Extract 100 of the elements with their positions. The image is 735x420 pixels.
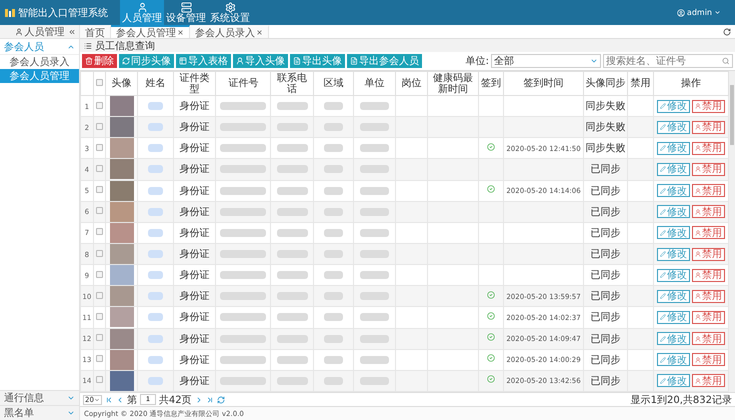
checkbox[interactable] bbox=[96, 164, 104, 172]
redacted-block bbox=[220, 208, 266, 216]
nav-tab[interactable]: 系统设置 bbox=[208, 0, 252, 25]
last-page-icon[interactable] bbox=[206, 396, 214, 404]
close-icon[interactable] bbox=[256, 29, 263, 36]
checkbox[interactable] bbox=[96, 102, 104, 109]
sidebar-section[interactable]: 通行信息 bbox=[0, 390, 79, 405]
disable-button[interactable]: 禁用 bbox=[692, 268, 725, 282]
refresh-icon[interactable] bbox=[723, 28, 731, 36]
photo-placeholder bbox=[110, 286, 134, 306]
nav-tab[interactable]: 设备管理 bbox=[164, 0, 208, 25]
edit-button[interactable]: 修改 bbox=[656, 162, 690, 176]
redacted-block bbox=[276, 313, 308, 322]
page-tab[interactable]: 参会人员管理 bbox=[111, 25, 190, 38]
checkbox[interactable] bbox=[96, 292, 104, 299]
edit-button[interactable]: 修改 bbox=[656, 142, 690, 155]
scrollbar[interactable] bbox=[729, 71, 735, 392]
user-icon bbox=[694, 230, 701, 236]
sidebar-title: 人员管理 bbox=[24, 26, 64, 38]
sidebar-section[interactable]: 黑名单 bbox=[0, 405, 79, 420]
redacted-block bbox=[276, 250, 308, 258]
edit-button[interactable]: 修改 bbox=[656, 332, 690, 346]
redacted-block bbox=[148, 271, 164, 280]
photo-placeholder bbox=[110, 350, 134, 370]
user-icon bbox=[694, 272, 701, 278]
redacted-block bbox=[148, 292, 164, 300]
table-cell: 身份证 bbox=[174, 349, 216, 370]
checkbox[interactable] bbox=[96, 312, 104, 320]
edit-button[interactable]: 修改 bbox=[656, 205, 690, 218]
unit-select[interactable]: 全部 bbox=[491, 54, 601, 68]
nav-tab[interactable]: 人员管理 bbox=[120, 0, 164, 25]
checkbox[interactable] bbox=[96, 79, 104, 86]
disable-button[interactable]: 禁用 bbox=[692, 290, 725, 303]
photo-placeholder bbox=[110, 118, 134, 137]
redacted-block bbox=[360, 186, 390, 195]
disable-button[interactable]: 禁用 bbox=[692, 142, 725, 155]
table-cell: 身份证 bbox=[174, 180, 216, 202]
checkbox[interactable] bbox=[96, 270, 104, 278]
list-icon bbox=[84, 42, 92, 50]
photo-placeholder bbox=[110, 96, 134, 116]
checkbox[interactable] bbox=[96, 250, 104, 257]
disable-button[interactable]: 禁用 bbox=[692, 100, 725, 113]
disable-button[interactable]: 禁用 bbox=[692, 248, 725, 261]
checkbox[interactable] bbox=[96, 376, 104, 384]
redacted-block bbox=[324, 123, 344, 132]
edit-button[interactable]: 修改 bbox=[656, 248, 690, 261]
check-circle-icon bbox=[486, 142, 495, 151]
edit-button[interactable]: 修改 bbox=[656, 184, 690, 198]
checkbox[interactable] bbox=[96, 122, 104, 130]
toolbar-button[interactable]: 同步头像 bbox=[119, 54, 174, 68]
photo-placeholder bbox=[110, 138, 134, 158]
redacted-block bbox=[324, 313, 344, 322]
toolbar-button[interactable]: 导出参会人员 bbox=[347, 54, 422, 68]
redacted-block bbox=[324, 250, 344, 258]
checkbox[interactable] bbox=[96, 228, 104, 236]
collapse-icon[interactable] bbox=[68, 28, 76, 36]
document-icon bbox=[350, 57, 358, 65]
redacted-block bbox=[220, 250, 266, 258]
toolbar-button[interactable]: 导入表格 bbox=[176, 54, 231, 68]
disable-button[interactable]: 禁用 bbox=[692, 120, 725, 134]
edit-button[interactable]: 修改 bbox=[656, 226, 690, 240]
disable-button[interactable]: 禁用 bbox=[692, 310, 725, 324]
toolbar-button[interactable]: 删除 bbox=[82, 54, 117, 68]
sidebar-item[interactable]: 参会人员管理 bbox=[0, 69, 79, 83]
edit-button[interactable]: 修改 bbox=[656, 353, 690, 366]
disable-button[interactable]: 禁用 bbox=[692, 205, 725, 218]
pencil-icon bbox=[660, 272, 666, 278]
page-tab[interactable]: 首页 bbox=[80, 25, 111, 38]
search-field[interactable]: 搜索姓名、证件号 bbox=[603, 54, 733, 68]
checkbox[interactable] bbox=[96, 355, 104, 362]
edit-button[interactable]: 修改 bbox=[656, 374, 690, 388]
toolbar-button[interactable]: 导入头像 bbox=[233, 54, 288, 68]
table-cell: 身份证 bbox=[174, 370, 216, 392]
caret-icon[interactable] bbox=[714, 9, 721, 16]
redacted-block bbox=[324, 144, 344, 152]
edit-button[interactable]: 修改 bbox=[656, 310, 690, 324]
disable-button[interactable]: 禁用 bbox=[692, 374, 725, 388]
edit-button[interactable]: 修改 bbox=[656, 120, 690, 134]
checkbox[interactable] bbox=[96, 334, 104, 342]
checkbox[interactable] bbox=[96, 207, 104, 214]
close-icon[interactable] bbox=[177, 29, 184, 36]
edit-button[interactable]: 修改 bbox=[656, 290, 690, 303]
first-page-icon[interactable] bbox=[104, 396, 113, 404]
toolbar-button[interactable]: 导出头像 bbox=[290, 54, 345, 68]
edit-button[interactable]: 修改 bbox=[656, 100, 690, 113]
disable-button[interactable]: 禁用 bbox=[692, 184, 725, 198]
user-icon bbox=[694, 166, 701, 172]
redacted-block bbox=[220, 102, 266, 110]
redacted-block bbox=[324, 271, 344, 280]
disable-button[interactable]: 禁用 bbox=[692, 332, 725, 346]
page-tab[interactable]: 参会人员录入 bbox=[190, 25, 269, 38]
sync-status: 已同步 bbox=[583, 370, 628, 392]
checkbox[interactable] bbox=[96, 186, 104, 194]
redacted-block bbox=[220, 186, 266, 195]
disable-button[interactable]: 禁用 bbox=[692, 162, 725, 176]
disable-button[interactable]: 禁用 bbox=[692, 226, 725, 240]
disable-button[interactable]: 禁用 bbox=[692, 353, 725, 366]
checkbox[interactable] bbox=[96, 144, 104, 151]
user-name[interactable]: admin bbox=[686, 8, 712, 17]
edit-button[interactable]: 修改 bbox=[656, 268, 690, 282]
